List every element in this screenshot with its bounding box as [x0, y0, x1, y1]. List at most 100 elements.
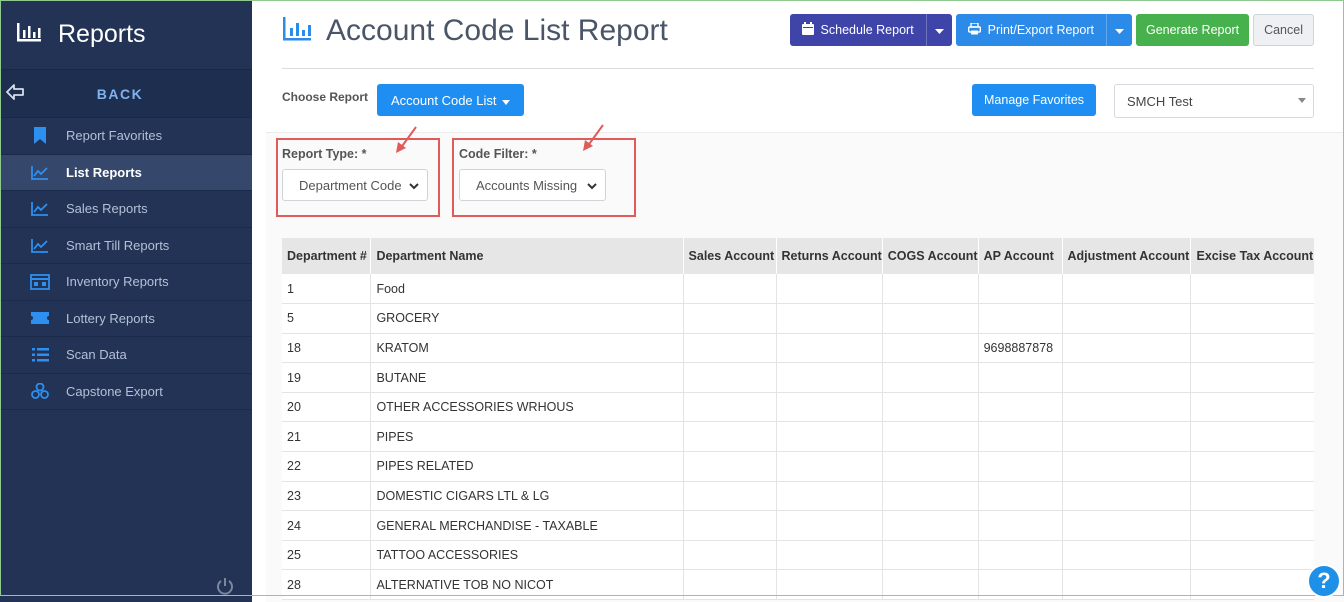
table-cell: [978, 451, 1063, 482]
code-filter-select[interactable]: Accounts Missing: [459, 169, 606, 201]
sidebar-item-sales-reports[interactable]: Sales Reports: [0, 191, 252, 228]
sidebar-item-list-reports[interactable]: List Reports: [0, 154, 252, 191]
table-row: 24 GENERAL MERCHANDISE - TAXABLE: [282, 510, 1314, 541]
table-cell: 19: [282, 362, 372, 393]
table-cell: [1062, 451, 1192, 482]
manage-favorites-button[interactable]: Manage Favorites: [972, 84, 1097, 116]
table-cell: [882, 333, 979, 364]
table-cell: 28: [282, 569, 372, 601]
table-cell: [1062, 569, 1192, 601]
table-cell: Food: [370, 274, 684, 305]
schedule-dropdown-toggle[interactable]: [925, 14, 952, 46]
table-row: 19 BUTANE: [282, 362, 1314, 393]
table-cell: [978, 510, 1063, 541]
printer-icon: [967, 21, 981, 38]
chevron-down-icon: [587, 179, 597, 194]
table-body: 1 Food 5 GROCERY 18 KRATOM 9698887878 19 BUTANE 2…: [282, 274, 1314, 601]
generate-report-button[interactable]: Generate Report: [1135, 14, 1250, 46]
print-dropdown-toggle[interactable]: [1105, 14, 1132, 46]
table-cell: 20: [282, 392, 372, 423]
table-row: 21 PIPES: [282, 421, 1314, 453]
table-cell: [1062, 303, 1192, 334]
sidebar-item-label: Inventory Reports: [66, 274, 169, 290]
table-cell: [683, 333, 777, 364]
table-row: 23 DOMESTIC CIGARS LTL & LG: [282, 481, 1314, 512]
table-row: 5 GROCERY: [282, 303, 1314, 334]
calendar-icon: [801, 22, 814, 38]
table-cell: [978, 274, 1063, 305]
sidebar-item-lottery-reports[interactable]: Lottery Reports: [0, 301, 252, 337]
table-cell: 25: [282, 540, 372, 571]
table-cell: [776, 421, 883, 453]
list-icon: [30, 346, 50, 364]
store-select-value: SMCH Test: [1127, 93, 1193, 109]
sidebar-item-smart-till-reports[interactable]: Smart Till Reports: [0, 228, 252, 264]
reports-bar-chart-icon: [16, 21, 42, 48]
table-cell: [882, 569, 979, 601]
table-cell: [1062, 510, 1192, 541]
column-header[interactable]: Department Name: [370, 238, 684, 274]
report-type-select[interactable]: Department Code: [282, 169, 428, 201]
column-header[interactable]: Sales Account: [683, 238, 777, 274]
column-header[interactable]: Returns Account: [776, 238, 883, 274]
table-cell: [978, 392, 1063, 423]
report-type-label: Report Type: *: [282, 147, 367, 161]
column-header[interactable]: Excise Tax Account: [1190, 238, 1314, 274]
table-cell: [882, 481, 979, 512]
table-cell: [1062, 274, 1192, 305]
sidebar-item-label: Scan Data: [66, 347, 127, 363]
sidebar-item-inventory-reports[interactable]: Inventory Reports: [0, 264, 252, 301]
report-type-value: Department Code: [299, 177, 402, 193]
table-cell: [776, 392, 883, 423]
table-cell: [776, 303, 883, 334]
line-chart-icon: [30, 163, 50, 181]
help-button[interactable]: ?: [1307, 564, 1341, 598]
table-cell: [1190, 362, 1314, 393]
report-chart-icon: [282, 16, 312, 47]
table-row: 25 TATTOO ACCESSORIES: [282, 540, 1314, 571]
back-button[interactable]: BACK: [0, 70, 252, 118]
table-cell: [1190, 510, 1314, 541]
sidebar-item-report-favorites[interactable]: Report Favorites: [0, 118, 252, 155]
table-cell: TATTOO ACCESSORIES: [370, 540, 684, 571]
table-cell: [1062, 481, 1192, 512]
table-cell: [1062, 540, 1192, 571]
table-cell: [683, 481, 777, 512]
column-header[interactable]: Department #: [282, 238, 372, 274]
caret-down-icon: [1298, 98, 1306, 103]
main-content: Account Code List Report Schedule Report…: [0, 0, 1344, 602]
table-cell: [683, 392, 777, 423]
question-icon: ?: [1317, 568, 1331, 593]
print-export-button[interactable]: Print/Export Report: [955, 14, 1106, 46]
sidebar-item-capstone-export[interactable]: Capstone Export: [0, 374, 252, 410]
sidebar-item-scan-data[interactable]: Scan Data: [0, 337, 252, 374]
table-row: 1 Food: [282, 274, 1314, 305]
sidebar-item-label: Capstone Export: [66, 383, 163, 399]
table-cell: [882, 421, 979, 453]
caret-down-icon: [501, 93, 510, 108]
sidebar-header: Reports: [0, 0, 252, 70]
table-cell: OTHER ACCESSORIES WRHOUS: [370, 392, 684, 423]
table-cell: [683, 421, 777, 453]
power-icon[interactable]: [215, 576, 235, 601]
choose-report-row: Choose Report Account Code List Manage F…: [282, 84, 1314, 118]
sidebar-item-label: Smart Till Reports: [66, 237, 170, 253]
table-cell: [1062, 392, 1192, 423]
page-header: Account Code List Report: [282, 14, 668, 48]
schedule-report-button[interactable]: Schedule Report: [789, 14, 926, 46]
page-title: Account Code List Report: [326, 14, 668, 47]
choose-report-dropdown[interactable]: Account Code List: [377, 84, 524, 116]
table-cell: [882, 451, 979, 482]
table-cell: GROCERY: [370, 303, 684, 334]
line-chart-icon: [30, 236, 50, 254]
table-cell: [882, 510, 979, 541]
sidebar-item-label: Sales Reports: [66, 201, 148, 217]
store-select[interactable]: SMCH Test: [1114, 84, 1314, 118]
caret-down-icon: [1114, 23, 1124, 37]
cancel-button[interactable]: Cancel: [1253, 14, 1314, 46]
column-header[interactable]: Adjustment Account: [1062, 238, 1192, 274]
column-header[interactable]: AP Account: [978, 238, 1063, 274]
column-header[interactable]: COGS Account: [882, 238, 979, 274]
table-cell: [1190, 451, 1314, 482]
table-cell: [683, 362, 777, 393]
